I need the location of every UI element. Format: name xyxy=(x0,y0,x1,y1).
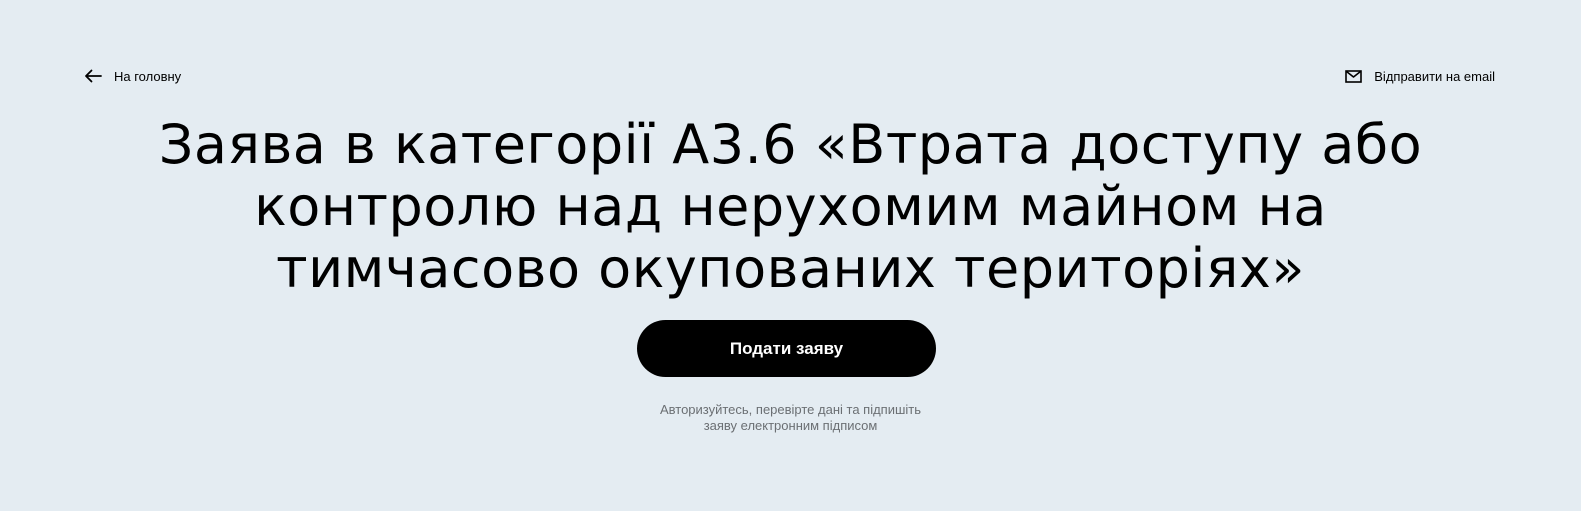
page-title-line: контролю над нерухомим майном на xyxy=(254,175,1327,238)
page-title-line: тимчасово окупованих територіях» xyxy=(276,237,1305,300)
submit-hint-text: Авторизуйтесь, перевірте дані та підпиші… xyxy=(0,402,1581,434)
envelope-icon xyxy=(1345,69,1363,83)
back-to-home-link[interactable]: На головну xyxy=(84,69,181,84)
submit-hint-line: заяву електронним підписом xyxy=(703,418,878,433)
top-navigation: На головну Відправити на email xyxy=(84,62,1495,90)
send-to-email-link[interactable]: Відправити на email xyxy=(1345,69,1495,84)
page-title-line: Заява в категорії А3.6 «Втрата доступу а… xyxy=(158,113,1423,176)
page-title: Заява в категорії А3.6 «Втрата доступу а… xyxy=(0,114,1581,300)
arrow-left-icon xyxy=(84,69,102,83)
send-to-email-label: Відправити на email xyxy=(1374,68,1495,84)
submit-application-button[interactable]: Подати заяву xyxy=(637,320,936,377)
submit-hint-line: Авторизуйтесь, перевірте дані та підпиші… xyxy=(659,402,922,417)
back-to-home-label: На головну xyxy=(114,68,182,84)
